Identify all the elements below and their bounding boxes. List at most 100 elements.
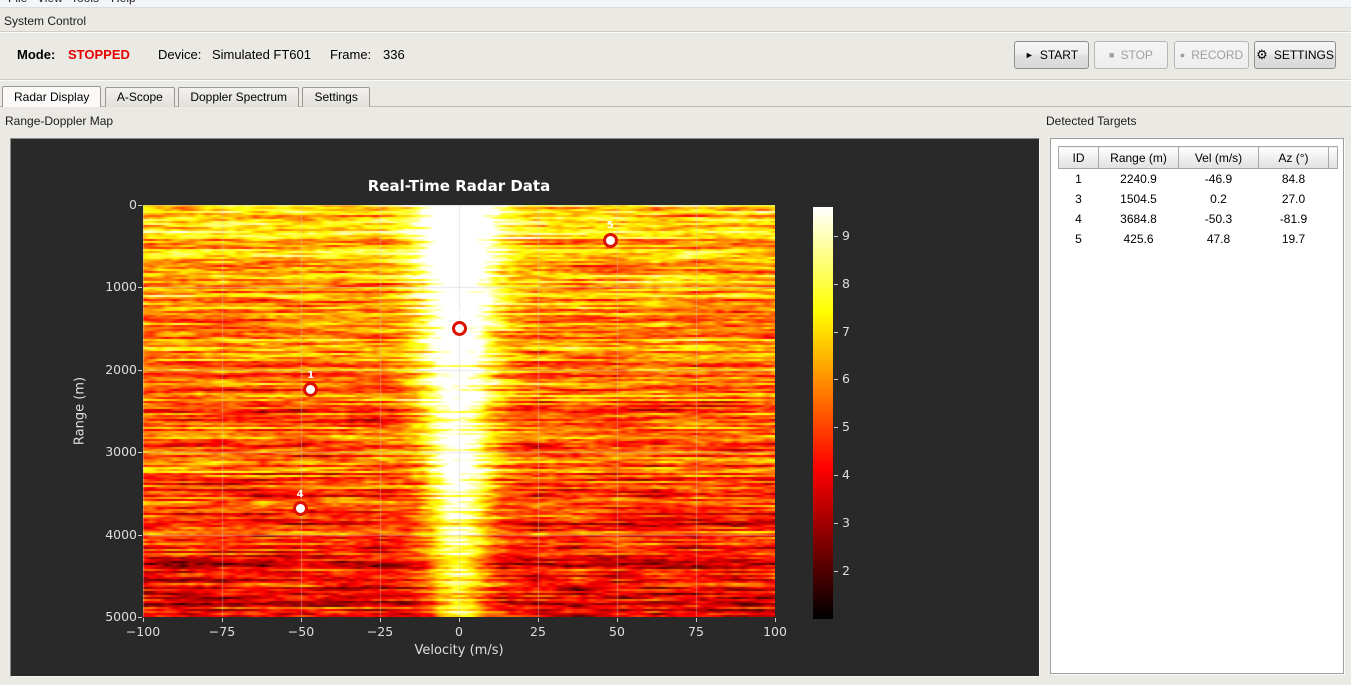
x-tick-label: −75 — [208, 624, 236, 639]
x-tick-label: 75 — [688, 624, 704, 639]
start-button-label: START — [1039, 48, 1079, 62]
y-tick-label: 1000 — [105, 279, 137, 295]
target-cell: 2240.9 — [1120, 171, 1157, 186]
y-tick-label: 5000 — [105, 609, 137, 624]
tab-radar-display[interactable]: Radar Display — [2, 86, 102, 107]
target-marker — [292, 501, 308, 517]
colorbar-tick-mark — [834, 427, 838, 429]
target-row[interactable]: 5 425.6 47.8 19.7 — [1059, 229, 1338, 249]
x-tick-label: 25 — [530, 624, 546, 639]
x-tick-label: 0 — [455, 624, 463, 639]
colorbar-tick-label: 6 — [842, 371, 850, 387]
targets-table-header: ID Range (m) Vel (m/s) Az (°) — [1058, 146, 1338, 169]
colorbar-tick-label: 9 — [842, 227, 850, 243]
target-cell — [1329, 229, 1338, 249]
colorbar-tick-mark — [834, 379, 838, 381]
colorbar-tick-mark — [834, 235, 838, 237]
target-cell: 425.6 — [1123, 231, 1154, 246]
x-tick-mark — [696, 618, 697, 622]
y-tick-mark — [138, 617, 142, 618]
y-tick-mark — [138, 452, 142, 454]
col-header-range[interactable]: Range (m) — [1098, 146, 1179, 169]
mode-label: Mode: — [17, 47, 56, 62]
x-tick-mark — [143, 618, 144, 622]
target-cell: 84.8 — [1281, 171, 1306, 186]
target-cell: 4 — [1075, 211, 1082, 226]
y-tick-label: 2000 — [105, 361, 137, 377]
col-header-vel[interactable]: Vel (m/s) — [1178, 146, 1259, 169]
tab-settings[interactable]: Settings — [302, 87, 370, 107]
menu-view[interactable]: View — [37, 0, 63, 5]
target-marker-label: 5 — [606, 220, 614, 232]
x-tick-label: 100 — [763, 624, 787, 639]
x-tick-mark — [222, 618, 223, 622]
y-tick-mark — [138, 287, 142, 289]
col-header-id[interactable]: ID — [1058, 146, 1099, 169]
colorbar-tick-mark — [834, 331, 838, 333]
target-marker — [602, 232, 618, 248]
y-tick-label: 0 — [129, 197, 137, 212]
x-axis-label: Velocity (m/s) — [414, 643, 504, 658]
colorbar-tick-mark — [834, 283, 838, 285]
target-cell: 0.2 — [1210, 191, 1227, 206]
y-tick-label: 3000 — [105, 444, 137, 460]
settings-button-label: SETTINGS — [1273, 48, 1334, 62]
x-tick-mark — [775, 618, 776, 622]
x-tick-mark — [617, 618, 618, 622]
menu-help[interactable]: Help — [111, 0, 136, 5]
y-tick-mark — [138, 205, 142, 206]
tab-bar: Radar Display A-Scope Doppler Spectrum S… — [0, 86, 1351, 107]
target-row[interactable]: 3 1504.5 0.2 27.0 — [1059, 189, 1338, 209]
x-tick-mark — [380, 618, 381, 622]
record-icon: ● — [1179, 50, 1186, 60]
stop-button[interactable]: ■ STOP — [1094, 41, 1168, 69]
target-row[interactable]: 4 3684.8 -50.3 -81.9 — [1059, 209, 1338, 229]
detected-targets-panel: ID Range (m) Vel (m/s) Az (°) 1 2240.9 -46… — [1050, 138, 1344, 674]
range-doppler-map-label: Range-Doppler Map — [5, 114, 114, 128]
x-tick-label: −100 — [125, 624, 161, 639]
target-cell — [1329, 169, 1338, 189]
target-cell: 27.0 — [1281, 191, 1306, 206]
tab-doppler-spectrum[interactable]: Doppler Spectrum — [178, 87, 300, 107]
colorbar-tick-mark — [834, 523, 838, 525]
mode-value: STOPPED — [68, 47, 130, 62]
colorbar-tick-label: 2 — [842, 563, 850, 579]
menu-tools[interactable]: Tools — [71, 0, 99, 5]
record-button-label: RECORD — [1191, 48, 1244, 62]
colorbar-tick-mark — [834, 571, 838, 573]
y-axis-label: Range (m) — [72, 376, 88, 446]
settings-button[interactable]: ⚙ SETTINGS — [1254, 41, 1336, 69]
record-button[interactable]: ● RECORD — [1174, 41, 1249, 69]
target-cell: 19.7 — [1281, 231, 1306, 246]
y-tick-label: 4000 — [105, 526, 137, 542]
x-tick-label: −25 — [366, 624, 394, 639]
col-header-az[interactable]: Az (°) — [1258, 146, 1329, 169]
start-button[interactable]: ► START — [1014, 41, 1089, 69]
menu-file[interactable]: File — [8, 0, 27, 5]
colorbar-tick-label: 3 — [842, 515, 850, 531]
frame-value: 336 — [383, 47, 405, 62]
range-doppler-plot-panel: Real-Time Radar Data Range (m) Velocity … — [10, 138, 1040, 677]
target-marker-label: 4 — [296, 488, 304, 500]
target-cell: 5 — [1075, 231, 1082, 246]
detected-targets-label: Detected Targets — [1046, 114, 1137, 128]
x-tick-mark — [459, 618, 460, 622]
stop-icon: ■ — [1109, 50, 1115, 60]
target-cell: -81.9 — [1279, 211, 1308, 226]
target-marker-label: 3 — [456, 308, 464, 320]
colorbar-tick-label: 4 — [842, 467, 850, 483]
y-tick-mark — [138, 534, 142, 536]
gear-icon: ⚙ — [1256, 47, 1268, 62]
colorbar-tick-label: 8 — [842, 275, 850, 291]
target-cell: 3684.8 — [1120, 211, 1157, 226]
menu-bar: File View Tools Help — [0, 0, 1351, 8]
colorbar — [813, 207, 833, 619]
target-cell: -46.9 — [1204, 171, 1233, 186]
frame-label: Frame: — [330, 47, 372, 62]
range-doppler-heatmap — [143, 205, 775, 617]
tab-a-scope[interactable]: A-Scope — [104, 87, 175, 107]
target-row[interactable]: 1 2240.9 -46.9 84.8 — [1059, 169, 1338, 189]
plot-title: Real-Time Radar Data — [367, 177, 551, 195]
col-header-filler — [1328, 146, 1338, 169]
target-cell: 1 — [1075, 171, 1082, 186]
